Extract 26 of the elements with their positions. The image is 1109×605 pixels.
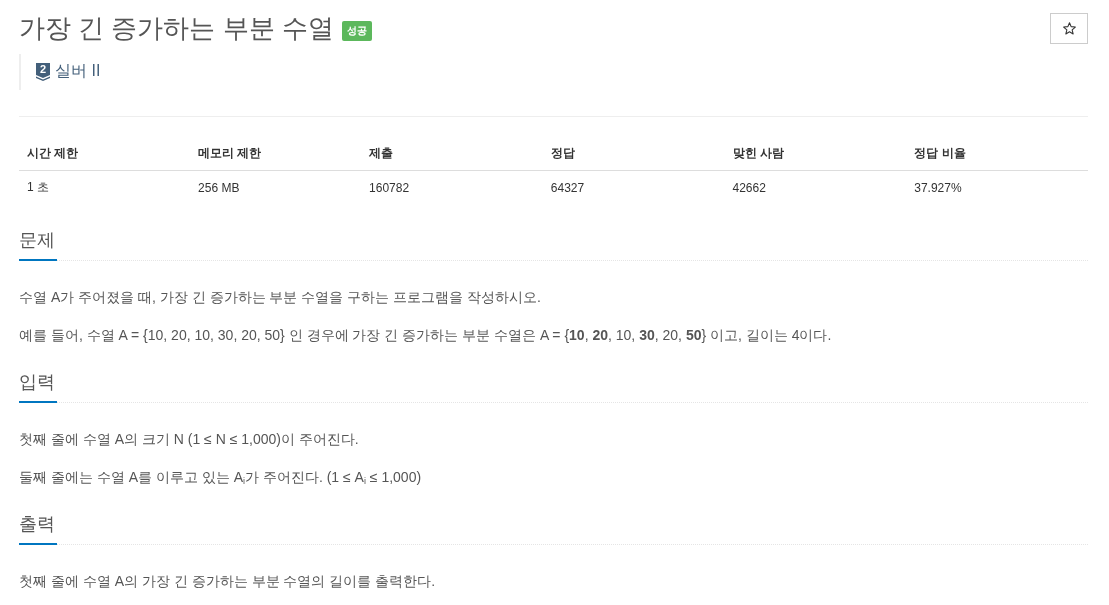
favorite-button[interactable]: [1050, 12, 1088, 44]
paragraph: 둘째 줄에는 수열 A를 이루고 있는 A$_{i}$가 주어진다. (1 ≤ A$_{i}$ ≤ 1,000): [19, 468, 423, 488]
table-cell: 37.927%: [906, 170, 1088, 204]
section-heading: 문제: [19, 220, 57, 261]
section-heading: 출력: [19, 504, 57, 545]
column-header: 정답 비율: [906, 135, 1088, 171]
paragraph: 수열 A가 주어졌을 때, 가장 긴 증가하는 부분 수열을 구하는 프로그램을 작성하시오.: [19, 288, 542, 307]
paragraph: 첫째 줄에 수열 A의 크기 N (1 ≤ N ≤ 1,000)이 주어진다.: [19, 430, 360, 449]
table-cell: 256 MB: [190, 170, 362, 204]
column-header: 맞힌 사람: [724, 135, 907, 171]
result-label: 성공: [341, 21, 372, 41]
column-header: 제출: [361, 135, 543, 171]
section-heading: 입력: [19, 362, 57, 403]
paragraph: 예를 들어, 수열 A = {10, 20, 10, 30, 20, 50} 인 경우에 가장 긴 증가하는 부분 수열은 A = {10, 20, 10, 30, 20, 50} 이고, 길이는 4이다.: [19, 326, 833, 345]
table-cell: 1 초: [19, 170, 191, 204]
tier-number: 2: [39, 63, 47, 75]
paragraph: 첫째 줄에 수열 A의 가장 긴 증가하는 부분 수열의 길이를 출력한다.: [19, 572, 437, 591]
column-header: 정답: [542, 135, 725, 171]
table-cell: 160782: [361, 170, 543, 204]
column-header: 시간 제한: [19, 135, 191, 171]
shield-icon: [35, 62, 51, 81]
tier-label: 실버 II: [55, 61, 101, 81]
problem-title: 가장 긴 증가하는 부분 수열: [19, 12, 334, 44]
table-cell: 42662: [724, 170, 907, 204]
column-header: 메모리 제한: [190, 135, 362, 171]
table-cell: 64327: [542, 170, 725, 204]
